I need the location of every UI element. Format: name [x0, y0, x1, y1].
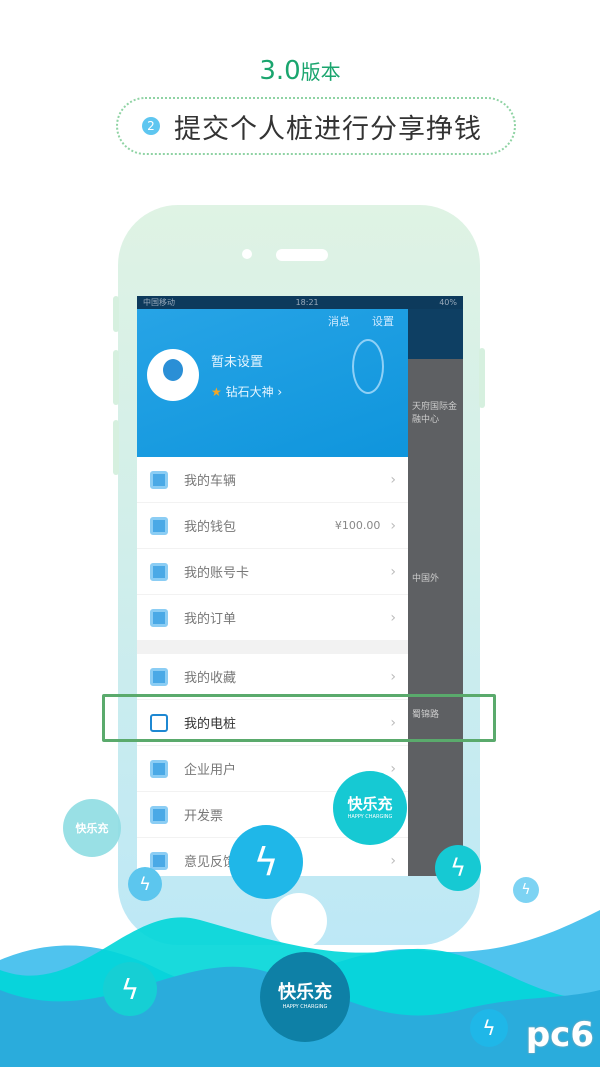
- menu-item[interactable]: 我的订单 ›: [137, 595, 408, 641]
- brand-logo-small: 快乐充: [63, 799, 121, 857]
- menu-item-label: 我的订单: [184, 612, 237, 627]
- menu-item-label: 我的钱包: [184, 520, 237, 535]
- chevron-right-icon: ›: [390, 852, 396, 869]
- edit-icon: [150, 759, 168, 778]
- menu-item[interactable]: 我的车辆 ›: [137, 457, 408, 503]
- step-number: 2: [142, 117, 160, 135]
- messages-button[interactable]: 消息: [328, 313, 350, 329]
- map-view[interactable]: 天府国际金融中心 中国外 蜀锦路: [408, 309, 463, 876]
- menu-item-label: 我的收藏: [184, 671, 237, 686]
- wallet-icon: [150, 516, 168, 535]
- heart-icon: [150, 667, 168, 686]
- chevron-right-icon: ›: [390, 760, 396, 777]
- chevron-right-icon: ›: [390, 471, 396, 488]
- balloon-icon: [352, 339, 384, 394]
- menu-item-value: ¥100.00: [334, 519, 381, 532]
- profile-header: 消息 设置 暂未设置 ★ 钻石大神 ›: [137, 309, 408, 457]
- section-divider: [137, 641, 408, 654]
- brand-logo-bubble: 快乐充 HAPPY CHARGING: [333, 771, 407, 845]
- lightning-icon: ϟ: [470, 1009, 508, 1047]
- order-icon: [150, 608, 168, 627]
- brand-logo-main: 快乐充 HAPPY CHARGING: [260, 952, 350, 1042]
- card-icon: [150, 562, 168, 581]
- invoice-icon: [150, 805, 168, 824]
- chevron-right-icon: ›: [390, 517, 396, 534]
- username[interactable]: 暂未设置: [211, 351, 263, 370]
- lightning-icon: ϟ: [229, 825, 303, 899]
- menu-item-label: 我的账号卡: [184, 566, 250, 581]
- lightning-icon: ϟ: [435, 845, 481, 891]
- status-bar: 中国移动 18:21 40%: [137, 296, 463, 309]
- user-level[interactable]: ★ 钻石大神 ›: [211, 383, 282, 400]
- lightning-icon: ϟ: [513, 877, 539, 903]
- avatar[interactable]: [147, 349, 199, 401]
- chevron-right-icon: ›: [390, 609, 396, 626]
- slogan: 提交个人桩进行分享挣钱: [174, 113, 482, 145]
- settings-button[interactable]: 设置: [372, 313, 394, 329]
- menu-item-label: 我的车辆: [184, 474, 237, 489]
- chevron-right-icon: ›: [390, 668, 396, 685]
- menu-item[interactable]: 我的账号卡 ›: [137, 549, 408, 595]
- lightning-icon: ϟ: [128, 867, 162, 901]
- highlight-frame: [102, 694, 496, 742]
- feature-banner: 2 提交个人桩进行分享挣钱: [116, 97, 516, 155]
- chevron-right-icon: ›: [390, 563, 396, 580]
- menu-item[interactable]: 我的钱包 ¥100.00 ›: [137, 503, 408, 549]
- car-icon: [150, 470, 168, 489]
- watermark: pc6: [525, 1015, 594, 1055]
- phone-screen: 中国移动 18:21 40% 天府国际金融中心 中国外 蜀锦路 消息 设置 暂未设置 …: [137, 296, 463, 876]
- map-top-bar: [408, 309, 463, 359]
- feedback-icon: [150, 851, 168, 870]
- lightning-icon: ϟ: [103, 962, 157, 1016]
- star-icon: ★: [211, 385, 222, 399]
- version-title: 3.0版本: [259, 56, 341, 86]
